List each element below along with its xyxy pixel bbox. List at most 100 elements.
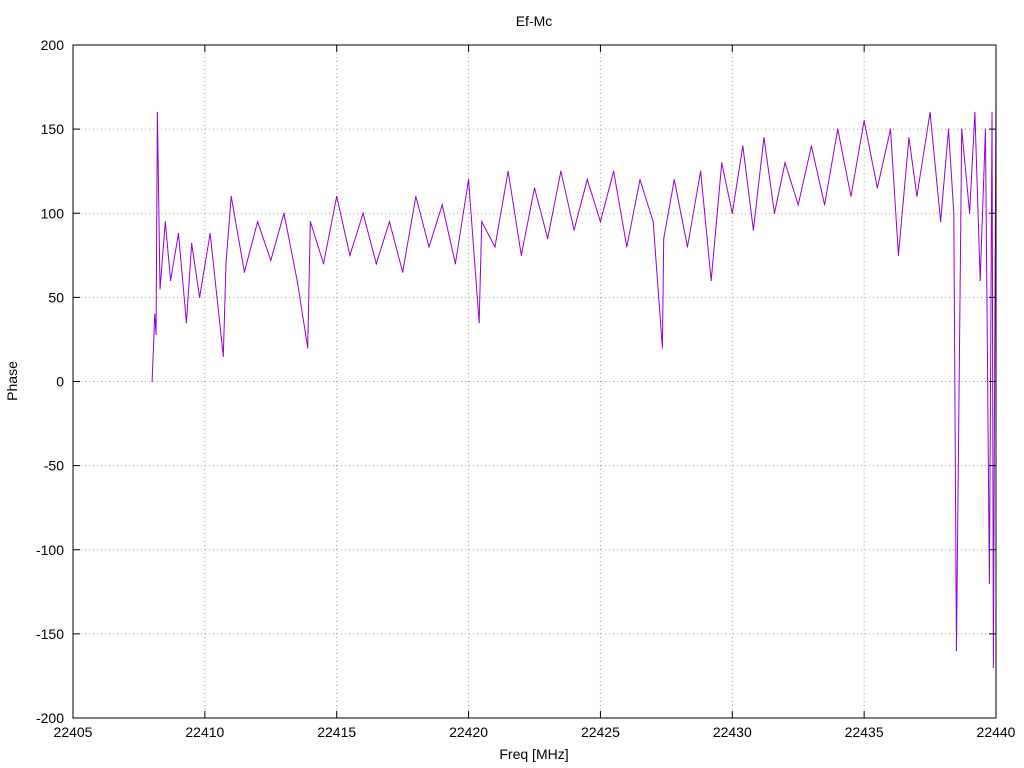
x-tick-label: 22430 [713,724,752,740]
data-point [191,242,193,245]
data-point [763,136,765,139]
data-point [296,279,298,282]
y-tick-label: 50 [48,289,64,305]
data-point [773,212,776,214]
data-point [784,162,786,164]
data-point [850,195,852,198]
data-point [752,229,754,231]
data-point [810,145,813,147]
data-point [613,170,615,172]
data-point [177,232,180,235]
y-tick-label: -100 [36,542,64,558]
data-point [823,204,826,206]
data-point [164,221,166,223]
data-point [198,296,201,298]
data-point [520,254,522,256]
y-tick-label: -50 [44,458,64,474]
data-point [837,128,839,130]
data-point [185,322,187,324]
x-axis-label: Freq [MHz] [499,746,568,762]
data-point [533,187,536,189]
data-point [478,322,480,324]
data-point [243,271,246,273]
data-point [222,355,224,357]
data-point [155,333,157,335]
data-point [309,221,311,223]
data-point [560,170,562,172]
data-point [270,259,272,261]
phase-chart: 200150100500-50-100-150-20022405 22410 224… [4,13,1016,762]
data-point [467,179,470,181]
y-tick-label: 0 [56,374,64,390]
x-tick-label: 22425 [581,724,620,740]
data-point [889,128,892,130]
data-point [441,204,443,206]
x-tick-label: 22435 [845,724,884,740]
data-point [388,221,391,223]
y-tick-label: 100 [41,205,65,221]
data-point [974,111,976,113]
data-point [700,170,702,172]
y-tick-label: 150 [41,121,65,137]
data-point [307,347,309,349]
data-point [481,221,483,223]
data-point [988,582,991,585]
data-point [940,221,942,223]
y-tick-label: 200 [41,37,65,53]
data-point [547,237,549,240]
x-tick-label: 22415 [317,724,356,740]
data-point [673,179,675,181]
data-point [156,111,158,113]
data-point [402,271,404,273]
x-tick-label: 22420 [449,724,488,740]
data-point [573,229,575,231]
data-point [897,254,900,256]
data-point [209,232,211,235]
data-point [991,111,993,113]
data-point [349,254,351,256]
data-point [159,288,161,290]
y-tick-label: -150 [36,626,64,642]
chart-title: Ef-Mc [516,13,553,29]
data-point [336,195,338,198]
data-point [661,347,664,349]
data-point [721,162,723,164]
data-point [454,263,456,265]
data-point [375,263,377,265]
data-point [731,212,733,214]
data-point [599,221,602,223]
data-point [151,380,153,383]
data-point [257,221,259,223]
x-tick-label: 22440 [977,724,1016,740]
data-point [415,195,417,198]
data-point [916,195,918,198]
data-point [863,120,865,122]
data-point [929,111,931,113]
data-point [507,170,509,172]
data-point [742,145,744,147]
data-point [994,364,996,366]
data-point [626,246,628,248]
x-tick-label: 22410 [185,724,224,740]
data-point [961,128,963,130]
data-point [230,195,232,198]
data-point [947,128,950,130]
y-axis-label: Phase [4,361,20,401]
data-point [908,136,910,139]
data-point [876,187,878,189]
data-point [428,246,430,248]
data-point [586,179,588,181]
data-point [953,212,955,214]
data-point [322,263,325,265]
data-point [362,212,364,214]
data-point [797,204,799,206]
data-point [955,650,958,652]
data-point [663,237,665,240]
data-point [979,279,981,282]
data-point [710,279,712,282]
data-point [969,212,971,214]
data-point [169,279,172,282]
data-point [283,212,285,214]
data-point [639,179,641,181]
x-tick-label: 22405 [54,724,93,740]
